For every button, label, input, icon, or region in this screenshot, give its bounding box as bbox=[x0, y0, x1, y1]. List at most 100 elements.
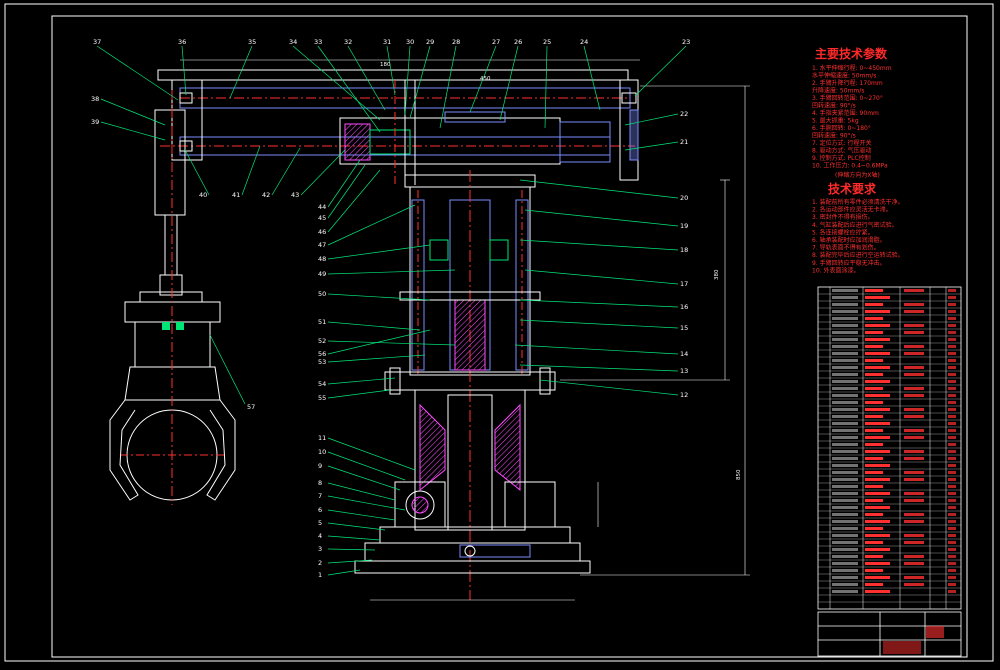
balloon-43: 43 bbox=[291, 191, 299, 199]
balloon-16: 16 bbox=[680, 303, 688, 311]
balloon-33: 33 bbox=[314, 38, 322, 46]
table-cell-fill bbox=[865, 548, 890, 551]
table-cell-fill bbox=[832, 520, 858, 523]
leader-line bbox=[519, 299, 679, 308]
table-cell-fill bbox=[904, 534, 924, 537]
leader-line bbox=[317, 45, 381, 133]
table-cell-fill bbox=[948, 415, 956, 418]
params-line: 2. 手臂升降行程: 170mm bbox=[812, 79, 883, 87]
table-cell-fill bbox=[948, 422, 956, 425]
balloon-7: 7 bbox=[318, 492, 322, 500]
balloon-37: 37 bbox=[93, 38, 101, 46]
table-cell-fill bbox=[904, 471, 924, 474]
balloon-39: 39 bbox=[91, 118, 99, 126]
table-cell-fill bbox=[904, 408, 924, 411]
leader-line bbox=[583, 45, 601, 111]
table-cell-fill bbox=[948, 576, 956, 579]
table-cell-fill bbox=[948, 506, 956, 509]
table-cell-fill bbox=[904, 478, 924, 481]
table-cell-fill bbox=[904, 450, 924, 453]
balloon-56: 56 bbox=[318, 350, 326, 358]
table-cell-fill bbox=[948, 436, 956, 439]
table-cell-fill bbox=[948, 520, 956, 523]
table-cell-fill bbox=[904, 520, 924, 523]
balloon-50: 50 bbox=[318, 290, 326, 298]
table-cell-fill bbox=[948, 429, 956, 432]
table-cell-fill bbox=[948, 471, 956, 474]
table-cell-fill bbox=[865, 492, 890, 495]
table-cell-fill bbox=[865, 471, 883, 474]
table-cell-fill bbox=[948, 590, 956, 593]
leader-line bbox=[524, 269, 679, 285]
leader-line bbox=[327, 293, 431, 301]
table-cell-fill bbox=[832, 513, 858, 516]
table-cell-fill bbox=[832, 415, 858, 418]
table-cell-fill bbox=[948, 345, 956, 348]
table-cell-fill bbox=[865, 401, 883, 404]
leader-line bbox=[327, 465, 401, 491]
dim-top-1: 180 bbox=[380, 62, 391, 68]
table-cell-fill bbox=[948, 338, 956, 341]
balloon-6: 6 bbox=[318, 506, 322, 514]
leader-line bbox=[499, 45, 519, 121]
params-line: 升降速度: 50mm/s bbox=[812, 87, 864, 95]
table-cell-fill bbox=[865, 387, 883, 390]
horizontal-arm-assembly bbox=[157, 59, 640, 185]
table-cell-fill bbox=[904, 366, 924, 369]
requirement-line: 5. 各连接螺栓应拧紧。 bbox=[812, 228, 874, 236]
dim-top-2: 450 bbox=[480, 76, 491, 82]
table-cell-fill bbox=[865, 422, 890, 425]
table-cell-fill bbox=[865, 450, 890, 453]
table-cell-fill bbox=[865, 373, 883, 376]
leader-line bbox=[327, 522, 386, 531]
balloon-11: 11 bbox=[318, 434, 326, 442]
table-cell-fill bbox=[865, 380, 890, 383]
balloon-18: 18 bbox=[680, 246, 688, 254]
base-assembly bbox=[354, 389, 591, 601]
params-lines: 1. 水平伸缩行程: 0~450mm 水平伸缩速度: 50mm/s2. 手臂升降… bbox=[812, 64, 892, 170]
table-cell-fill bbox=[948, 317, 956, 320]
table-cell-fill bbox=[832, 562, 858, 565]
leader-line bbox=[327, 204, 416, 246]
gripper-assembly bbox=[109, 90, 236, 505]
balloon-40: 40 bbox=[199, 191, 207, 199]
table-cell-fill bbox=[904, 576, 924, 579]
balloon-17: 17 bbox=[680, 280, 688, 288]
table-cell-fill bbox=[832, 429, 858, 432]
table-cell-fill bbox=[948, 457, 956, 460]
table-cell-fill bbox=[832, 324, 858, 327]
leader-line bbox=[327, 244, 431, 260]
table-cell-fill bbox=[865, 541, 883, 544]
leader-line bbox=[327, 535, 381, 541]
params-line: 10. 工作压力: 0.4~0.6MPa bbox=[812, 162, 888, 170]
table-cell-fill bbox=[904, 429, 924, 432]
table-cell-fill bbox=[865, 590, 890, 593]
table-cell-fill bbox=[865, 324, 890, 327]
table-cell-fill bbox=[904, 331, 924, 334]
balloon-25: 25 bbox=[543, 38, 551, 46]
table-cell-fill bbox=[948, 310, 956, 313]
table-cell-fill bbox=[948, 324, 956, 327]
table-cell-fill bbox=[904, 499, 924, 502]
leader-line bbox=[634, 45, 687, 97]
requirement-line: 2. 各运动部件应灵活无卡滞。 bbox=[812, 206, 892, 214]
table-cell-fill bbox=[832, 289, 858, 292]
balloon-35: 35 bbox=[248, 38, 256, 46]
params-line: 3. 手臂回转范围: 0~270° bbox=[812, 94, 883, 102]
table-cell-fill bbox=[948, 485, 956, 488]
requirement-line: 6. 轴承装配时应加润滑脂。 bbox=[812, 236, 886, 244]
table-cell-fill bbox=[832, 436, 858, 439]
table-cell-fill bbox=[865, 534, 890, 537]
table-cell-fill bbox=[832, 310, 858, 313]
balloon-3: 3 bbox=[318, 545, 322, 553]
table-cell-fill bbox=[832, 352, 858, 355]
table-cell-fill bbox=[832, 541, 858, 544]
table-cell-fill bbox=[904, 457, 924, 460]
balloon-9: 9 bbox=[318, 462, 322, 470]
params-note: (伸缩方向为X轴) bbox=[835, 171, 880, 179]
balloon-19: 19 bbox=[680, 222, 688, 230]
table-cell-fill bbox=[904, 303, 924, 306]
table-cell-fill bbox=[948, 534, 956, 537]
table-cell-fill bbox=[948, 289, 956, 292]
table-cell-fill bbox=[948, 499, 956, 502]
